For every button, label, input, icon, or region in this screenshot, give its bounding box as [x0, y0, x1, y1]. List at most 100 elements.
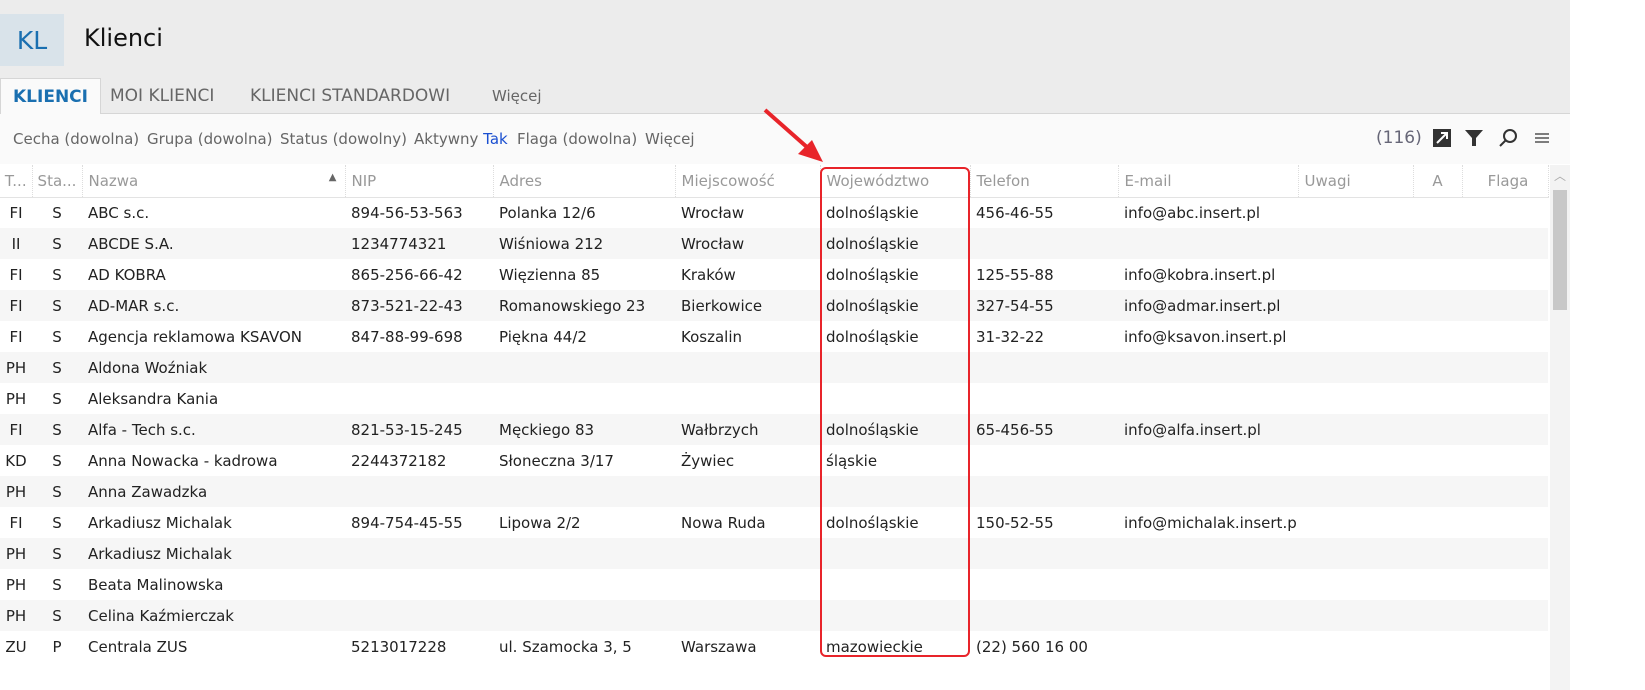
cell-status: S — [32, 538, 82, 569]
menu-icon[interactable] — [1530, 126, 1554, 150]
cell-nip — [345, 538, 493, 569]
cell-wojewodztwo — [820, 538, 970, 569]
cell-status: S — [32, 414, 82, 445]
filter-flaga[interactable]: Flaga (dowolna) — [517, 130, 637, 148]
column-header-label: Flaga — [1487, 171, 1529, 190]
cell-a — [1413, 600, 1462, 631]
cell-adres: Słoneczna 3/17 — [499, 451, 614, 470]
column-header-nip[interactable]: NIP — [345, 165, 494, 198]
table-row[interactable]: FI S Arkadiusz Michalak 894-754-45-55 Lipowa… — [0, 507, 1548, 538]
column-header-flaga[interactable]: Flaga — [1462, 165, 1549, 198]
tab-wiecej[interactable]: Więcej — [480, 78, 554, 114]
cell-adres: Wiśniowa 212 — [493, 228, 675, 259]
cell-nazwa: Anna Zawadzka — [82, 476, 345, 507]
cell-email — [1118, 228, 1298, 259]
cell-a — [1413, 321, 1462, 352]
cell-wojewodztwo: dolnośląskie — [826, 265, 919, 284]
cell-adres — [493, 600, 675, 631]
cell-uwagi — [1298, 507, 1413, 538]
cell-email: info@michalak.insert.pl — [1124, 513, 1298, 532]
cell-uwagi — [1298, 290, 1413, 321]
column-header-type[interactable]: T... — [0, 165, 33, 198]
cell-flaga — [1462, 290, 1548, 321]
table-row[interactable]: FI S AD KOBRA 865-256-66-42 Więzienna 85 Krak… — [0, 259, 1548, 290]
cell-wojewodztwo: dolnośląskie — [826, 513, 919, 532]
cell-miejscowosc: Żywiec — [681, 451, 735, 470]
column-header-nazwa[interactable]: Nazwa ▲ — [82, 165, 346, 198]
column-header-label: Sta... — [37, 171, 77, 190]
export-icon[interactable] — [1430, 126, 1454, 150]
cell-nip: 865-256-66-42 — [351, 265, 463, 284]
filter-aktywny[interactable]: Aktywny Tak — [414, 130, 508, 148]
tab-bar: KLIENCI MOI KLIENCI KLIENCI STANDARDOWI … — [0, 78, 1570, 115]
cell-adres: ul. Szamocka 3, 5 — [499, 637, 632, 656]
column-header-label: Adres — [499, 171, 542, 190]
cell-nazwa: Arkadiusz Michalak — [82, 538, 345, 569]
table-row[interactable]: ZU P Centrala ZUS 5213017228 ul. Szamocka 3,… — [0, 631, 1548, 662]
cell-type: ZU — [5, 637, 27, 656]
table-row[interactable]: PH S Beata Malinowska — [0, 569, 1548, 600]
cell-type: PH — [0, 476, 32, 507]
column-header-label: A — [1432, 171, 1443, 190]
cell-a — [1413, 290, 1462, 321]
table-row[interactable]: PH S Celina Kaźmierczak — [0, 600, 1548, 631]
tab-klienci-standardowi[interactable]: KLIENCI STANDARDOWI — [238, 78, 462, 114]
column-header-status[interactable]: Sta... — [32, 165, 83, 198]
cell-flaga — [1462, 507, 1548, 538]
table-row[interactable]: KD S Anna Nowacka - kadrowa 2244372182 Słone… — [0, 445, 1548, 476]
cell-telefon — [970, 352, 1118, 383]
table-row[interactable]: II S ABCDE S.A. 1234774321 Wiśniowa 212 Wrocł… — [0, 228, 1548, 259]
filter-wiecej[interactable]: Więcej — [645, 130, 695, 148]
search-icon[interactable] — [1496, 126, 1520, 150]
tab-moi-klienci[interactable]: MOI KLIENCI — [98, 78, 226, 114]
cell-type: PH — [0, 600, 32, 631]
cell-type: FI — [9, 265, 23, 284]
column-header-wojewodztwo[interactable]: Województwo — [820, 165, 971, 198]
cell-email: info@alfa.insert.pl — [1118, 414, 1298, 445]
cell-status: S — [52, 203, 62, 222]
filter-grupa[interactable]: Grupa (dowolna) — [147, 130, 273, 148]
column-header-email[interactable]: E-mail — [1118, 165, 1299, 198]
filter-icon[interactable] — [1462, 126, 1486, 150]
table-row[interactable]: FI S Agencja reklamowa KSAVON 847-88-99-698… — [0, 321, 1548, 352]
column-header-a[interactable]: A — [1413, 165, 1463, 198]
cell-nip: 894-56-53-563 — [351, 203, 463, 222]
cell-uwagi — [1298, 352, 1413, 383]
cell-email — [1118, 538, 1298, 569]
filter-cecha[interactable]: Cecha (dowolna) — [13, 130, 139, 148]
table-row[interactable]: PH S Aldona Woźniak — [0, 352, 1548, 383]
table-row[interactable]: FI S AD-MAR s.c. 873-521-22-43 Romanowskiego… — [0, 290, 1548, 321]
table-row[interactable]: PH S Arkadiusz Michalak — [0, 538, 1548, 569]
cell-nazwa: Agencja reklamowa KSAVON — [88, 327, 302, 346]
table-row[interactable]: PH S Aleksandra Kania — [0, 383, 1548, 414]
scrollbar-thumb[interactable] — [1553, 190, 1567, 310]
tab-klienci[interactable]: KLIENCI — [0, 78, 101, 115]
cell-email: info@abc.insert.pl — [1124, 203, 1261, 222]
cell-uwagi — [1298, 445, 1413, 476]
cell-type: FI — [9, 513, 23, 532]
app-window: KL Klienci KLIENCI MOI KLIENCI KLIENCI S… — [0, 0, 1570, 690]
column-header-telefon[interactable]: Telefon — [970, 165, 1119, 198]
cell-a — [1413, 228, 1462, 259]
cell-flaga — [1462, 631, 1548, 662]
cell-wojewodztwo — [820, 569, 970, 600]
column-header-miejscowosc[interactable]: Miejscowość — [675, 165, 821, 198]
filter-status[interactable]: Status (dowolny) — [280, 130, 407, 148]
cell-flaga — [1462, 321, 1548, 352]
table-row[interactable]: FI S Alfa - Tech s.c. 821-53-15-245 Męckiego… — [0, 414, 1548, 445]
scroll-up-icon[interactable]: ︿ — [1550, 167, 1570, 184]
vertical-scrollbar[interactable]: ︿ — [1550, 165, 1570, 690]
column-header-adres[interactable]: Adres — [493, 165, 676, 198]
cell-flaga — [1462, 476, 1548, 507]
cell-email — [1118, 600, 1298, 631]
cell-nazwa: AD KOBRA — [88, 265, 166, 284]
cell-flaga — [1462, 414, 1548, 445]
table-row[interactable]: FI S ABC s.c. 894-56-53-563 Polanka 12/6 Wroc… — [0, 197, 1548, 228]
cell-type: PH — [0, 352, 32, 383]
cell-email: info@ksavon.insert.pl — [1124, 327, 1287, 346]
column-header-label: Miejscowość — [681, 171, 775, 190]
cell-adres: Polanka 12/6 — [499, 203, 596, 222]
column-header-uwagi[interactable]: Uwagi — [1298, 165, 1414, 198]
table-row[interactable]: PH S Anna Zawadzka — [0, 476, 1548, 507]
cell-flaga — [1462, 600, 1548, 631]
